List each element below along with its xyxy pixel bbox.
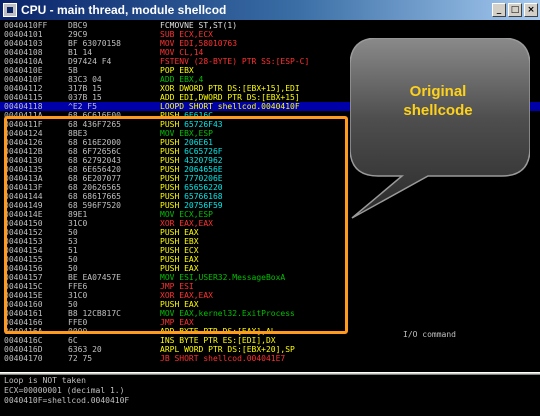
address-cell: 00404118 — [4, 102, 43, 111]
code-row[interactable]: 0040416D 6363 20 ARPL WORD PTR DS:[EBX+20]… — [0, 345, 540, 354]
debugger-window: CPU - main thread, module shellcod _ □ ×… — [0, 0, 540, 416]
shellcode-highlight-box — [4, 116, 348, 334]
hex-dump-cell: 6363 20 — [68, 345, 102, 354]
hex-dump-cell: D97424 F4 — [68, 57, 112, 66]
disassembly-cell: JB SHORT shellcod.004041E7 — [160, 354, 285, 363]
code-row[interactable]: 0040416C 6C INS BYTE PTR ES:[EDI],DX — [0, 336, 540, 345]
disassembly-cell: MOV EDI,58010763 — [160, 39, 237, 48]
code-row[interactable]: 0040410FF DBC9 FCMOVNE ST,ST(1) — [0, 21, 540, 30]
instruction-part: POP EBX — [160, 66, 194, 75]
hex-dump-cell: 037B 15 — [68, 93, 102, 102]
disassembly-cell: LOOPD SHORT shellcod.0040410F — [160, 102, 300, 111]
address-cell: 00404115 — [4, 93, 43, 102]
disassembly-cell: ADD EBX,4 — [160, 75, 203, 84]
address-cell: 0040416D — [4, 345, 43, 354]
hex-dump-cell: 6C — [68, 336, 78, 345]
address-cell: 0040410A — [4, 57, 43, 66]
instruction-part: ADD EBX,4 — [160, 75, 204, 84]
hex-dump-cell: 72 75 — [68, 354, 93, 363]
instruction-part: XOR DWORD PTR DS:[EBX+15],EDI — [160, 84, 300, 93]
callout-bubble — [350, 38, 530, 219]
disassembly-cell: POP EBX — [160, 66, 194, 75]
code-row[interactable]: 00404170 72 75 JB SHORT shellcod.004041E7 — [0, 354, 540, 363]
app-icon — [3, 3, 17, 17]
instruction-part: LOOPD SHORT shellcod.0040410F — [160, 102, 300, 111]
hex-dump-cell: ^E2 F5 — [68, 102, 97, 111]
disassembly-cell: MOV CL,14 — [160, 48, 203, 57]
disassembly-cell: FCMOVNE ST,ST(1) — [160, 21, 237, 30]
address-cell: 00404108 — [4, 48, 43, 57]
hex-dump-cell: B1 14 — [68, 48, 93, 57]
callout-label: Original shellcode — [378, 82, 498, 120]
close-button[interactable]: × — [524, 3, 538, 17]
address-cell: 0040410FF — [4, 21, 48, 30]
instruction-part: SUB ECX,ECX — [160, 30, 213, 39]
hex-dump-cell: BF 63070158 — [68, 39, 121, 48]
comment-text: I/O command — [403, 330, 456, 339]
address-cell: 0040416C — [4, 336, 43, 345]
hex-dump-cell: 83C3 04 — [68, 75, 102, 84]
maximize-button[interactable]: □ — [508, 3, 522, 17]
address-cell: 00404170 — [4, 354, 43, 363]
hex-dump-cell: 317B 15 — [68, 84, 102, 93]
info-line: ECX=00000001 (decimal 1.) — [4, 386, 125, 395]
address-cell: 00404103 — [4, 39, 43, 48]
instruction-part: MOV EDI,58010763 — [160, 39, 238, 48]
instruction-part: FCMOVNE ST,ST(1) — [160, 21, 238, 30]
info-line: 0040410F=shellcod.0040410F — [4, 396, 130, 405]
address-cell: 00404112 — [4, 84, 43, 93]
disassembly-cell: FSTENV (28-BYTE) PTR SS:[ESP-C] — [160, 57, 309, 66]
instruction-part: ARPL WORD PTR DS:[EBX+20],SP — [160, 345, 295, 354]
disassembly-cell: ARPL WORD PTR DS:[EBX+20],SP — [160, 345, 295, 354]
instruction-part: INS BYTE PTR ES:[EDI],DX — [160, 336, 276, 345]
hex-dump-cell: DBC9 — [68, 21, 88, 30]
hex-dump-cell: 5B — [68, 66, 78, 75]
disassembly-cell: SUB ECX,ECX — [160, 30, 213, 39]
address-cell: 0040410F — [4, 75, 43, 84]
window-controls: _ □ × — [492, 3, 538, 17]
window-title: CPU - main thread, module shellcod — [21, 3, 227, 17]
callout-line-1: Original — [409, 83, 467, 100]
title-bar[interactable]: CPU - main thread, module shellcod _ □ × — [0, 0, 540, 20]
address-cell: 00404101 — [4, 30, 43, 39]
instruction-part: MOV CL,14 — [160, 48, 204, 57]
instruction-part: ADD EDI,DWORD PTR DS:[EBX+15] — [160, 93, 300, 102]
disassembly-cell: XOR DWORD PTR DS:[EBX+15],EDI — [160, 84, 300, 93]
instruction-part: FSTENV (28-BYTE) PTR SS:[ESP-C] — [160, 57, 310, 66]
address-cell: 0040410E — [4, 66, 43, 75]
callout-line-2: shellcode — [403, 102, 473, 119]
hex-dump-cell: 29C9 — [68, 30, 88, 39]
disassembly-cell: INS BYTE PTR ES:[EDI],DX — [160, 336, 276, 345]
disassembly-cell: ADD EDI,DWORD PTR DS:[EBX+15] — [160, 93, 300, 102]
instruction-part: JB SHORT shellcod.004041E7 — [160, 354, 286, 363]
minimize-button[interactable]: _ — [492, 3, 506, 17]
info-line: Loop is NOT taken — [4, 376, 86, 385]
info-pane[interactable]: Loop is NOT taken ECX=00000001 (decimal … — [0, 375, 540, 416]
